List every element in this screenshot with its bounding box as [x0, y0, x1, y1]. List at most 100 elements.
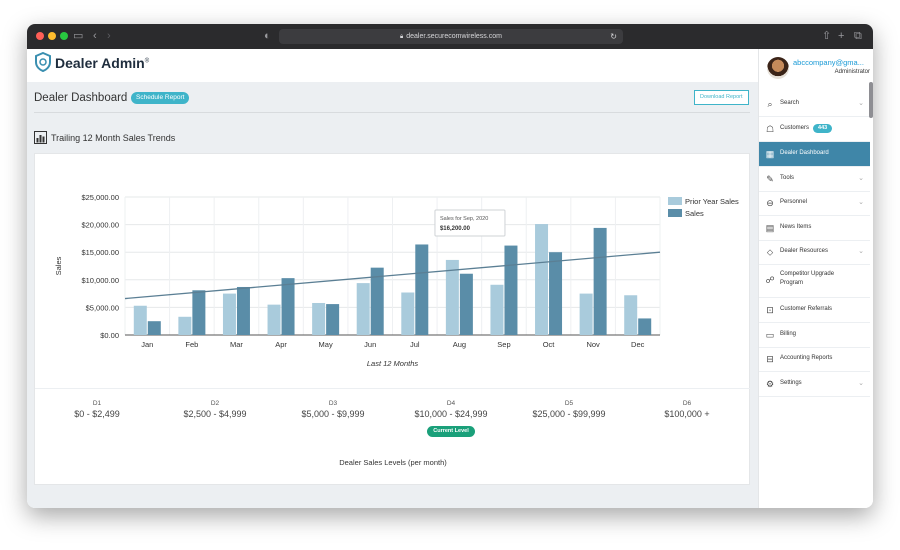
- reload-icon[interactable]: ↻: [610, 29, 617, 44]
- billing-icon: ▭: [765, 330, 775, 340]
- bar-prior-year: [401, 292, 415, 335]
- sidebar-item-competitor-upgrade-program[interactable]: ☍ Competitor Upgrade Program: [759, 264, 870, 298]
- bar-sales: [236, 286, 250, 335]
- sidebar-item-text: Tools: [780, 175, 795, 181]
- sidebar-item-customer-referrals[interactable]: ⊡ Customer Referrals: [759, 298, 870, 323]
- sidebar-item-settings[interactable]: ⚙ Settings ⌄: [759, 372, 870, 397]
- x-tick-label: Feb: [185, 340, 198, 349]
- sidebar-item-label: Accounting Reports: [780, 354, 832, 363]
- customers-count-badge: 443: [813, 124, 833, 133]
- x-tick-label: Sep: [497, 340, 510, 349]
- sidebar-item-news-items[interactable]: ▤ News Items: [759, 216, 870, 241]
- bar-sales: [549, 252, 563, 335]
- download-report-button[interactable]: Download Report: [694, 90, 749, 105]
- x-tick-label: Dec: [631, 340, 645, 349]
- sidebar-toggle-icon[interactable]: ▭: [73, 29, 83, 43]
- y-tick-label: $20,000.00: [81, 221, 119, 230]
- legend-label: Sales: [685, 209, 704, 218]
- bar-sales: [415, 244, 429, 335]
- sidebar-item-label: News Items: [780, 223, 811, 232]
- bar-sales: [326, 304, 340, 335]
- accounting-icon: ⊟: [766, 354, 774, 364]
- chevron-down-icon[interactable]: ⌄: [858, 247, 864, 255]
- title-divider: [34, 112, 750, 113]
- sidebar-item-label: Customer Referrals: [780, 305, 832, 314]
- tabs-overview-icon[interactable]: ⧉: [854, 29, 862, 43]
- x-tick-label: Aug: [453, 340, 466, 349]
- level-item: D2 $2,500 - $4,999: [165, 400, 265, 419]
- sidebar-item-text: Dealer Resources: [780, 248, 829, 254]
- sidebar-item-label: Tools: [780, 174, 794, 183]
- x-tick-label: Apr: [275, 340, 287, 349]
- chevron-down-icon[interactable]: ⌄: [858, 198, 864, 206]
- sidebar-item-text: Personnel: [780, 199, 808, 205]
- sidebar-item-label: Competitor Upgrade Program: [780, 270, 858, 288]
- chevron-down-icon[interactable]: ⌄: [858, 379, 864, 387]
- minimize-window-button[interactable]: [48, 32, 56, 40]
- page-title: Dealer Dashboard: [34, 92, 128, 104]
- bar-sales: [147, 321, 161, 335]
- sidebar-item-personnel[interactable]: ⊖ Personnel ⌄: [759, 191, 870, 216]
- level-code: D4: [446, 400, 456, 407]
- bar-sales: [281, 278, 295, 335]
- bar-sales: [504, 245, 518, 335]
- sidebar-item-customers[interactable]: ☖ Customers 443: [759, 117, 870, 142]
- level-code: D1: [92, 400, 102, 407]
- sidebar-scrollbar[interactable]: [869, 82, 873, 118]
- level-code: D6: [682, 400, 692, 407]
- sidebar-item-accounting-reports[interactable]: ⊟ Accounting Reports: [759, 347, 870, 372]
- maximize-window-button[interactable]: [60, 32, 68, 40]
- sidebar-item-search[interactable]: ⌕ Search ⌄: [759, 92, 870, 117]
- sidebar-item-tools[interactable]: ✎ Tools ⌄: [759, 167, 870, 192]
- sidebar-item-label: Dealer Resources: [780, 247, 828, 256]
- sidebar-item-label: Personnel: [780, 198, 807, 207]
- sidebar-item-dealer-dashboard[interactable]: ▦ Dealer Dashboard: [759, 142, 870, 167]
- schedule-report-button[interactable]: Schedule Report: [131, 92, 190, 104]
- legend-swatch: [668, 197, 682, 205]
- sidebar-item-text: Search: [780, 100, 800, 106]
- news-icon: ▤: [765, 223, 775, 233]
- sidebar-item-text: News Items: [780, 224, 812, 230]
- bar-sales: [192, 290, 206, 335]
- back-icon[interactable]: ‹: [93, 29, 97, 43]
- sidebar-item-label: Billing: [780, 330, 796, 339]
- x-tick-label: May: [319, 340, 333, 349]
- x-tick-label: Mar: [230, 340, 243, 349]
- chevron-down-icon[interactable]: ⌄: [858, 174, 864, 182]
- sales-trend-chart: $0.00 $5,000.00 $10,000.00 $15,000.00 $20,00…: [54, 193, 739, 368]
- share-icon[interactable]: ⇧: [822, 29, 831, 43]
- level-range: $0 - $2,499: [74, 409, 120, 419]
- legend-swatch: [668, 209, 682, 217]
- level-range: $10,000 - $24,999: [414, 409, 488, 419]
- y-tick-label: $10,000.00: [81, 276, 119, 285]
- avatar[interactable]: [767, 57, 789, 79]
- sidebar-item-label: Settings: [780, 379, 802, 388]
- x-tick-label: Oct: [543, 340, 556, 349]
- y-axis-label: Sales: [54, 256, 63, 275]
- bar-prior-year: [356, 283, 370, 335]
- bar-prior-year: [624, 295, 638, 335]
- main-content: Dealer Dashboard Schedule Report Downloa…: [27, 82, 758, 508]
- tools-icon: ✎: [766, 174, 774, 184]
- forward-icon[interactable]: ›: [107, 29, 111, 43]
- url-bar[interactable]: 🔒︎ dealer.securecomwireless.com ↻: [279, 29, 623, 44]
- level-item: D5 $25,000 - $99,999: [519, 400, 619, 419]
- sidebar-item-dealer-resources[interactable]: ⬦ Dealer Resources ⌄: [759, 240, 870, 265]
- sales-card: $0.00 $5,000.00 $10,000.00 $15,000.00 $20,00…: [34, 153, 751, 485]
- bar-sales: [638, 318, 652, 335]
- sidebar-item-label: Dealer Dashboard: [780, 149, 829, 158]
- y-tick-label: $25,000.00: [81, 193, 119, 202]
- app-logo-text[interactable]: Dealer Admin®: [55, 55, 149, 71]
- chevron-down-icon[interactable]: ⌄: [858, 99, 864, 107]
- close-window-button[interactable]: [36, 32, 44, 40]
- sidebar-item-billing[interactable]: ▭ Billing: [759, 323, 870, 348]
- y-tick-label: $15,000.00: [81, 248, 119, 257]
- new-tab-icon[interactable]: +: [838, 29, 844, 43]
- bar-prior-year: [178, 316, 192, 335]
- bar-sales: [593, 227, 607, 335]
- bar-sales: [370, 267, 384, 335]
- dashboard-icon: ▦: [765, 149, 775, 159]
- privacy-shield-icon[interactable]: ◐: [264, 29, 271, 43]
- referrals-icon: ⊡: [766, 305, 774, 315]
- bar-sales: [459, 273, 473, 335]
